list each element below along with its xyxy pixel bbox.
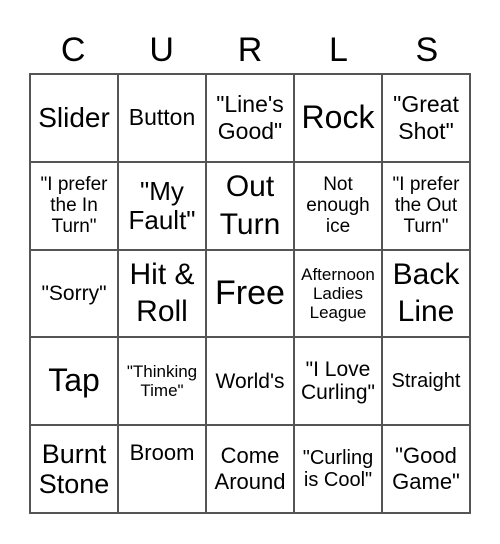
bingo-header: C U R L S: [29, 28, 471, 72]
bingo-cell[interactable]: "I Love Curling": [294, 337, 382, 426]
bingo-cell[interactable]: "Good Game": [382, 425, 470, 513]
bingo-cell[interactable]: Slider: [30, 74, 118, 162]
bingo-cell[interactable]: Rock: [294, 74, 382, 162]
bingo-cell[interactable]: Broom: [118, 425, 206, 513]
header-letter-c: C: [60, 31, 86, 69]
bingo-cell[interactable]: "Curling is Cool": [294, 425, 382, 513]
bingo-cell[interactable]: Out Turn: [206, 161, 294, 250]
bingo-cell free-space[interactable]: Free: [206, 249, 294, 338]
bingo-cell[interactable]: Come Around: [206, 425, 294, 513]
bingo-cell[interactable]: Hit & Roll: [118, 249, 206, 338]
bingo-grid: Slider Button "Line's Good" Rock "Great …: [29, 73, 471, 514]
header-letter-u: U: [149, 31, 174, 69]
bingo-cell[interactable]: "I prefer the In Turn": [30, 161, 118, 250]
bingo-cell[interactable]: Tap: [30, 337, 118, 426]
bingo-cell[interactable]: Burnt Stone: [30, 425, 118, 513]
header-letter-s: S: [415, 31, 439, 69]
bingo-cell[interactable]: Back Line: [382, 249, 470, 338]
bingo-cell[interactable]: "Line's Good": [206, 74, 294, 162]
bingo-cell[interactable]: "I prefer the Out Turn": [382, 161, 470, 250]
bingo-cell[interactable]: "My Fault": [118, 161, 206, 250]
bingo-cell[interactable]: Straight: [382, 337, 470, 426]
bingo-cell[interactable]: World's: [206, 337, 294, 426]
bingo-cell[interactable]: Afternoon Ladies League: [294, 249, 382, 338]
bingo-cell[interactable]: Button: [118, 74, 206, 162]
header-letter-r: R: [237, 31, 263, 69]
bingo-cell[interactable]: "Sorry": [30, 249, 118, 338]
bingo-cell[interactable]: Not enough ice: [294, 161, 382, 250]
bingo-cell[interactable]: "Thinking Time": [118, 337, 206, 426]
header-letter-l: L: [328, 31, 348, 69]
bingo-cell[interactable]: "Great Shot": [382, 74, 470, 162]
